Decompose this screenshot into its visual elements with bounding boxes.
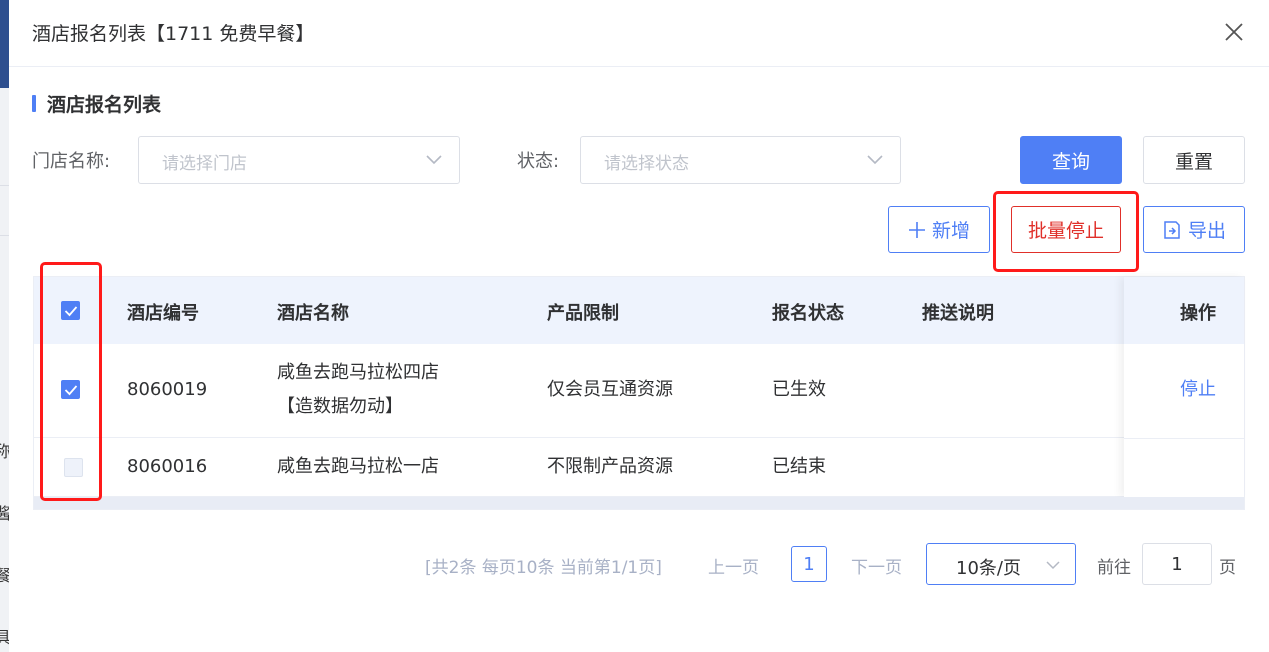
column-header-status: 报名状态 bbox=[772, 303, 844, 324]
query-button[interactable]: 查询 bbox=[1020, 136, 1122, 184]
row-divider bbox=[1124, 438, 1244, 439]
select-all-checkbox[interactable] bbox=[61, 301, 80, 320]
cell-product: 不限制产品资源 bbox=[547, 456, 673, 477]
page-suffix-label: 页 bbox=[1219, 558, 1236, 578]
background-divider bbox=[0, 235, 9, 236]
cell-name: 咸鱼去跑马拉松一店 bbox=[277, 456, 439, 477]
goto-page-input[interactable]: 1 bbox=[1142, 543, 1212, 585]
check-icon bbox=[64, 306, 78, 317]
chevron-down-icon bbox=[1046, 561, 1060, 570]
section-accent-bar bbox=[32, 94, 36, 112]
cell-name: 咸鱼去跑马拉松四店 bbox=[277, 362, 439, 383]
store-select[interactable]: 请选择门店 bbox=[138, 136, 460, 184]
chevron-down-icon bbox=[867, 155, 883, 165]
status-select-placeholder: 请选择状态 bbox=[604, 154, 689, 174]
column-header-note: 推送说明 bbox=[922, 303, 994, 324]
dialog-header: 酒店报名列表【1711 免费早餐】 bbox=[9, 0, 1269, 67]
background-header bbox=[0, 0, 9, 88]
row-checkbox[interactable] bbox=[64, 458, 83, 477]
background-page: 称 酱 餐 具 bbox=[0, 0, 11, 652]
column-header-name: 酒店名称 bbox=[277, 303, 349, 324]
close-icon[interactable] bbox=[1222, 20, 1246, 44]
plus-icon bbox=[908, 221, 925, 238]
add-button[interactable]: 新增 bbox=[888, 206, 990, 253]
dialog-title: 酒店报名列表【1711 免费早餐】 bbox=[32, 23, 315, 45]
export-button[interactable]: 导出 bbox=[1143, 206, 1245, 253]
page-number-current[interactable]: 1 bbox=[791, 546, 827, 582]
cell-product: 仅会员互通资源 bbox=[547, 379, 673, 400]
background-divider bbox=[0, 185, 9, 186]
section-heading: 酒店报名列表 bbox=[32, 91, 162, 116]
export-icon bbox=[1164, 220, 1180, 239]
row-checkbox[interactable] bbox=[61, 380, 80, 399]
column-header-product: 产品限制 bbox=[547, 303, 619, 324]
column-header-action: 操作 bbox=[1180, 303, 1216, 324]
table-header: 酒店编号 酒店名称 产品限制 报名状态 推送说明 bbox=[34, 277, 1244, 344]
cell-name-note: 【造数据勿动】 bbox=[277, 396, 403, 417]
section-title: 酒店报名列表 bbox=[47, 93, 162, 116]
cell-status: 已结束 bbox=[772, 456, 826, 477]
hotel-signup-table: 酒店编号 酒店名称 产品限制 报名状态 推送说明 8060019 咸鱼去跑马拉松… bbox=[33, 276, 1245, 510]
prev-page-button[interactable]: 上一页 bbox=[708, 553, 759, 578]
hotel-signup-dialog: 酒店报名列表【1711 免费早餐】 酒店报名列表 门店名称: 请选择门店 状态:… bbox=[9, 0, 1269, 652]
check-icon bbox=[64, 385, 78, 396]
column-header-code: 酒店编号 bbox=[127, 303, 199, 324]
table-row: 8060016 咸鱼去跑马拉松一店 不限制产品资源 已结束 bbox=[34, 438, 1244, 497]
status-filter-label: 状态: bbox=[517, 151, 560, 172]
table-row: 8060019 咸鱼去跑马拉松四店 【造数据勿动】 仅会员互通资源 已生效 bbox=[34, 344, 1244, 438]
cell-code: 8060016 bbox=[127, 456, 208, 477]
page-size-select[interactable]: 10条/页 bbox=[926, 543, 1076, 585]
next-page-button[interactable]: 下一页 bbox=[851, 553, 902, 578]
reset-button[interactable]: 重置 bbox=[1143, 136, 1245, 184]
fixed-action-column: 操作 停止 bbox=[1124, 277, 1244, 497]
goto-label: 前往 bbox=[1097, 558, 1131, 578]
store-select-placeholder: 请选择门店 bbox=[162, 154, 247, 174]
pagination-summary: [共2条 每页10条 当前第1/1页] bbox=[425, 558, 662, 578]
horizontal-scrollbar[interactable] bbox=[34, 497, 1244, 509]
add-button-label: 新增 bbox=[931, 220, 970, 242]
cell-code: 8060019 bbox=[127, 379, 208, 400]
page-size-value: 10条/页 bbox=[956, 558, 1021, 579]
stop-link[interactable]: 停止 bbox=[1180, 374, 1216, 406]
store-filter-label: 门店名称: bbox=[32, 151, 111, 172]
action-column-header-bg: 操作 bbox=[1124, 277, 1244, 344]
batch-stop-button[interactable]: 批量停止 bbox=[1011, 206, 1121, 253]
cell-status: 已生效 bbox=[772, 379, 826, 400]
export-button-label: 导出 bbox=[1187, 220, 1226, 242]
status-select[interactable]: 请选择状态 bbox=[580, 136, 901, 184]
chevron-down-icon bbox=[426, 155, 442, 165]
